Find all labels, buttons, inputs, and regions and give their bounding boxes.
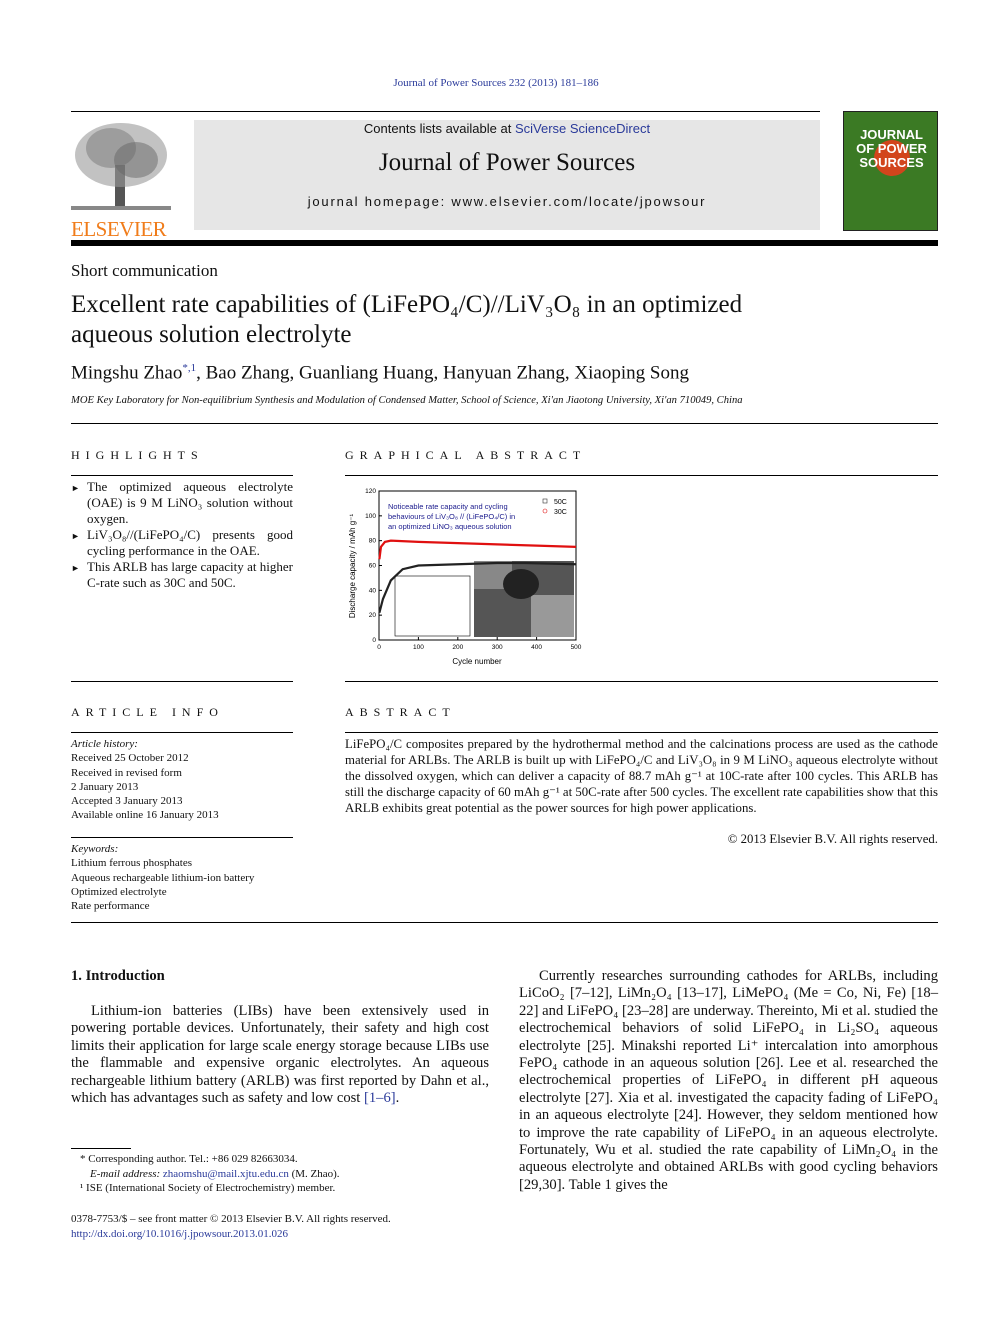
journal-cover: JOURNAL OF POWER SOURCES bbox=[843, 111, 938, 231]
abstract-text: LiFePO₄/C composites prepared by the hyd… bbox=[345, 737, 938, 815]
keywords: Keywords: Lithium ferrous phosphates Aqu… bbox=[71, 842, 293, 913]
y-tick-label: 80 bbox=[369, 538, 377, 545]
keyword: Optimized electrolyte bbox=[71, 885, 167, 898]
x-tick-label: 200 bbox=[452, 644, 463, 651]
x-tick-label: 0 bbox=[377, 644, 381, 651]
y-tick-label: 0 bbox=[372, 637, 376, 644]
running-header[interactable]: Journal of Power Sources 232 (2013) 181–… bbox=[0, 77, 992, 89]
keyword: Rate performance bbox=[71, 900, 150, 913]
rate-inset bbox=[394, 575, 471, 637]
journal-homepage[interactable]: journal homepage: www.elsevier.com/locat… bbox=[194, 194, 820, 209]
x-tick-label: 300 bbox=[492, 644, 503, 651]
copyright: © 2013 Elsevier B.V. All rights reserved… bbox=[727, 832, 938, 846]
keyword: Lithium ferrous phosphates bbox=[71, 857, 192, 870]
graphical-abstract-figure: 0 100 200 300 400 500 0 20 40 60 80 100 120 Noticeab… bbox=[348, 488, 582, 666]
x-tick-label: 500 bbox=[571, 644, 582, 651]
intro-para-1: Lithium-ion batteries (LIBs) have been e… bbox=[71, 1003, 489, 1107]
highlights-heading: HIGHLIGHTS bbox=[71, 448, 204, 462]
intro-para-2: Currently researches surrounding cathode… bbox=[519, 968, 938, 1193]
elsevier-wordmark: ELSEVIER bbox=[71, 217, 167, 241]
y-tick-label: 100 bbox=[365, 513, 376, 520]
legend-30c: 30C bbox=[554, 509, 567, 516]
highlight-item: This ARLB has large capacity at higher C… bbox=[71, 559, 293, 591]
highlight-item: The optimized aqueous electrolyte (OAE) … bbox=[71, 479, 293, 527]
email-link[interactable]: zhaomshu@mail.xjtu.edu.cn bbox=[163, 1168, 289, 1180]
affiliation: MOE Key Laboratory for Non-equilibrium S… bbox=[71, 395, 743, 406]
y-tick-label: 120 bbox=[365, 488, 376, 495]
annotation-line: behaviours of LiV₃O₈ // (LiFePO₄/C) in bbox=[388, 512, 515, 521]
y-tick-label: 20 bbox=[369, 612, 377, 619]
citation-link[interactable]: [1–6] bbox=[364, 1090, 396, 1106]
x-axis-label: Cycle number bbox=[452, 657, 502, 666]
masthead-banner: Contents lists available at SciVerse Sci… bbox=[194, 120, 820, 230]
doi-link[interactable]: http://dx.doi.org/10.1016/j.jpowsour.201… bbox=[71, 1227, 391, 1242]
annotation-line: an optimized LiNO₃ aqueous solution bbox=[388, 522, 512, 531]
elsevier-tree-icon bbox=[71, 123, 171, 210]
x-tick-label: 400 bbox=[531, 644, 542, 651]
highlights-list: The optimized aqueous electrolyte (OAE) … bbox=[71, 479, 293, 591]
contents-prefix: Contents lists available at bbox=[363, 121, 515, 136]
legend-50c: 50C bbox=[554, 499, 567, 506]
bottom-matter: 0378-7753/$ – see front matter © 2013 El… bbox=[71, 1213, 391, 1242]
article-info-heading: ARTICLE INFO bbox=[71, 705, 224, 719]
annotation-line: Noticeable rate capacity and cycling bbox=[388, 502, 508, 511]
article-history: Article history: Received 25 October 201… bbox=[71, 738, 219, 822]
y-axis-label: Discharge capacity / mAh g⁻¹ bbox=[348, 514, 357, 619]
sciencedirect-link[interactable]: SciVerse ScienceDirect bbox=[515, 121, 650, 136]
abstract-heading: ABSTRACT bbox=[345, 705, 456, 719]
y-tick-label: 40 bbox=[369, 587, 377, 594]
journal-title: Journal of Power Sources bbox=[378, 149, 636, 176]
section-heading: 1. Introduction bbox=[71, 968, 165, 984]
footnotes: * Corresponding author. Tel.: +86 029 82… bbox=[80, 1153, 340, 1195]
x-tick-label: 100 bbox=[413, 644, 424, 651]
graphical-abstract-heading: GRAPHICAL ABSTRACT bbox=[345, 448, 587, 462]
y-tick-label: 60 bbox=[369, 563, 377, 570]
article-title: Excellent rate capabilities of (LiFePO₄/… bbox=[71, 291, 743, 348]
highlight-item: LiV₃O₈//(LiFePO₄/C) presents good cyclin… bbox=[71, 527, 293, 559]
keyword: Aqueous rechargeable lithium-ion battery bbox=[71, 871, 255, 884]
article-type: Short communication bbox=[71, 261, 218, 280]
authors: Mingshu Zhao*,1, Bao Zhang, Guanliang Hu… bbox=[71, 362, 689, 384]
cover-title: JOURNAL OF POWER SOURCES bbox=[856, 127, 927, 170]
elsevier-logo: ELSEVIER bbox=[71, 120, 171, 241]
